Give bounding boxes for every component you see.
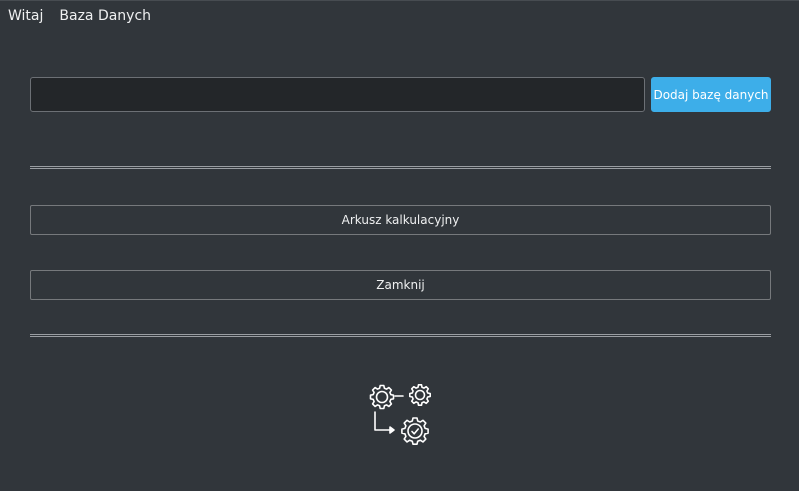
close-button[interactable]: Zamknij bbox=[30, 270, 771, 300]
menu-item-baza-danych[interactable]: Baza Danych bbox=[51, 2, 159, 30]
separator-bottom bbox=[30, 334, 771, 337]
separator-top bbox=[30, 166, 771, 169]
menu-bar: Witaj Baza Danych bbox=[0, 0, 799, 30]
gears-workflow-icon bbox=[365, 380, 435, 450]
add-database-button[interactable]: Dodaj bazę danych bbox=[651, 77, 771, 112]
database-name-input[interactable] bbox=[30, 77, 645, 112]
spreadsheet-button[interactable]: Arkusz kalkulacyjny bbox=[30, 205, 771, 235]
menu-item-witaj[interactable]: Witaj bbox=[0, 2, 51, 30]
